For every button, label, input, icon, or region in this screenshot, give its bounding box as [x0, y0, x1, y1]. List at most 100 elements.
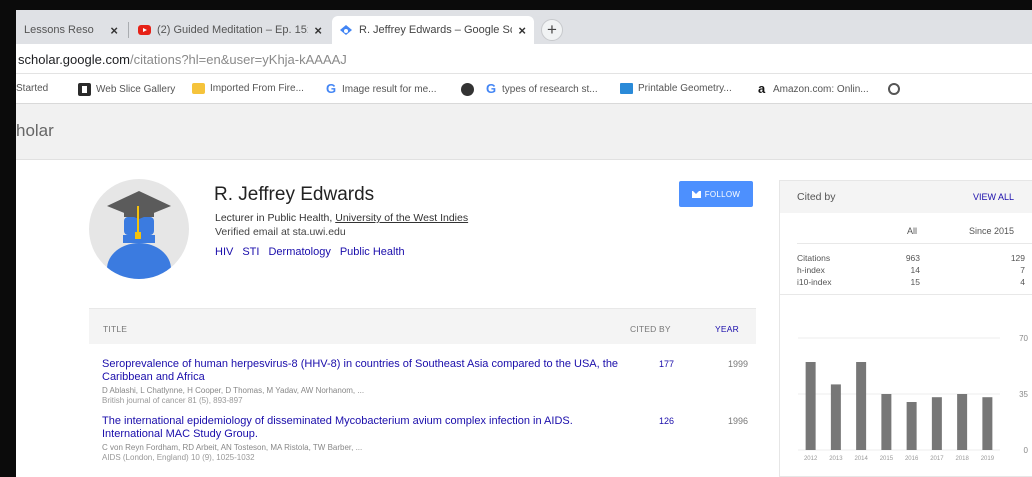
close-icon[interactable]: × [314, 23, 322, 38]
follow-label: FOLLOW [704, 189, 741, 199]
citation-bar[interactable] [906, 402, 917, 450]
x-tick-label: 2013 [829, 456, 843, 462]
scholar-logo[interactable]: holar [16, 121, 54, 141]
folder-icon [192, 83, 205, 94]
profile-placeholder-icon [107, 191, 171, 279]
interest-tag[interactable]: Dermatology [268, 246, 330, 258]
profile-email: Verified email at sta.uwi.edu [215, 226, 346, 238]
x-tick-label: 2019 [981, 456, 995, 462]
cited-by-header: Cited by VIEW ALL [780, 181, 1032, 213]
bookmark-web-slice-gallery[interactable]: Web Slice Gallery [78, 83, 175, 96]
bookmark-dark-site[interactable] [461, 83, 479, 96]
google-icon: G [486, 81, 497, 96]
bookmark-globe[interactable] [888, 83, 905, 95]
y-tick-label: 35 [1019, 390, 1028, 399]
cited-by-title: Cited by [797, 191, 836, 203]
tab-label: Lessons Reso [24, 24, 94, 36]
metric-all: 14 [910, 265, 920, 275]
scholar-icon [340, 25, 352, 35]
citation-bar[interactable] [805, 362, 816, 450]
citations-bar-chart: 0 35 70 2012 2013 2014 2015 2016 2017 2018 2019 [798, 334, 1029, 462]
bookmark-label: Image result for me... [342, 83, 437, 95]
column-all: All [907, 226, 918, 236]
column-since-2015: Since 2015 [969, 226, 1015, 236]
x-tick-label: 2014 [854, 456, 868, 462]
profile-role: Lecturer in Public Health, [215, 212, 336, 224]
bookmark-label: Amazon.com: Onlin... [773, 83, 869, 95]
article-cited-by[interactable]: 126 [659, 416, 674, 426]
metric-since: 4 [1020, 277, 1025, 287]
article-title-link[interactable]: The international epidemiology of dissem… [102, 415, 622, 441]
article-venue: British journal of cancer 81 (5), 893-89… [102, 396, 243, 405]
scholar-header: holar [16, 104, 1032, 160]
tab-guided-meditation[interactable]: (2) Guided Meditation – Ep. 15: I × [130, 16, 330, 44]
article-cited-by[interactable]: 177 [659, 359, 674, 369]
metric-since: 7 [1020, 265, 1025, 275]
research-interests: HIV STI Dermatology Public Health [215, 246, 405, 258]
tab-separator [128, 22, 129, 38]
new-tab-button[interactable]: + [541, 19, 563, 41]
citation-bar[interactable] [957, 394, 968, 450]
column-header-year[interactable]: YEAR [715, 324, 739, 334]
bookmark-label: Imported From Fire... [210, 83, 304, 94]
url-text[interactable]: scholar.google.com/citations?hl=en&user=… [18, 52, 347, 67]
tab-lessons[interactable]: Lessons Reso × [16, 16, 126, 44]
view-all-link[interactable]: VIEW ALL [973, 192, 1014, 202]
citation-bar[interactable] [881, 394, 892, 450]
image-icon [620, 83, 633, 94]
y-tick-label: 0 [1024, 446, 1029, 455]
affiliation-link[interactable]: University of the West Indies [335, 212, 468, 224]
avatar [89, 179, 189, 279]
article-venue: AIDS (London, England) 10 (9), 1025-1032 [102, 453, 255, 462]
interest-tag[interactable]: STI [242, 246, 259, 258]
bookmark-amazon[interactable]: a Amazon.com: Onlin... [758, 82, 869, 95]
article-year: 1996 [728, 416, 749, 426]
x-tick-label: 2015 [880, 456, 894, 462]
tab-label: (2) Guided Meditation – Ep. 15: I [157, 24, 309, 36]
close-icon[interactable]: × [110, 23, 118, 38]
bookmarks-bar: Started Web Slice Gallery Imported From … [16, 74, 1032, 104]
youtube-icon [138, 25, 151, 35]
column-header-title[interactable]: TITLE [103, 324, 127, 334]
column-header-cited-by[interactable]: CITED BY [630, 324, 671, 334]
metric-label[interactable]: Citations [797, 253, 830, 263]
article-title-link[interactable]: Seroprevalence of human herpesvirus-8 (H… [102, 358, 622, 384]
bookmark-started[interactable]: Started [16, 83, 48, 94]
x-tick-label: 2017 [930, 456, 944, 462]
tab-google-scholar[interactable]: R. Jeffrey Edwards – Google Sch × [332, 16, 534, 44]
citation-bar[interactable] [856, 362, 867, 450]
follow-button[interactable]: FOLLOW [679, 181, 753, 207]
browser-window: Lessons Reso × (2) Guided Meditation – E… [16, 10, 1032, 477]
article-authors: C von Reyn Fordham, RD Arbeit, AN Tostes… [102, 443, 363, 452]
envelope-icon [691, 190, 701, 198]
profile-affiliation: Lecturer in Public Health, University of… [215, 212, 468, 224]
bookmark-image-result[interactable]: G Image result for me... [326, 82, 437, 95]
metric-label[interactable]: i10-index [797, 277, 832, 287]
citation-bar[interactable] [931, 397, 942, 450]
x-tick-label: 2012 [804, 456, 818, 462]
citation-bar[interactable] [982, 397, 993, 450]
article-year: 1999 [728, 359, 749, 369]
metric-since: 129 [1010, 253, 1025, 263]
metric-label[interactable]: h-index [797, 265, 825, 275]
divider [797, 243, 1032, 244]
url-host: scholar.google.com [18, 52, 131, 67]
bookmark-imported-from-firefox[interactable]: Imported From Fire... [192, 83, 304, 94]
profile-name: R. Jeffrey Edwards [214, 184, 375, 205]
interest-tag[interactable]: HIV [215, 246, 233, 258]
bookmark-printable-geometry[interactable]: Printable Geometry... [620, 83, 732, 94]
interest-tag[interactable]: Public Health [340, 246, 405, 258]
web-slice-icon [78, 83, 91, 96]
tab-strip: Lessons Reso × (2) Guided Meditation – E… [16, 10, 1032, 44]
bookmark-types-of-research[interactable]: G types of research st... [486, 81, 598, 96]
address-bar[interactable]: scholar.google.com/citations?hl=en&user=… [16, 44, 1032, 74]
globe-icon [888, 83, 900, 95]
tab-label: R. Jeffrey Edwards – Google Sch [359, 24, 513, 36]
close-icon[interactable]: × [518, 23, 526, 38]
x-tick-label: 2016 [905, 456, 919, 462]
articles-table-header: TITLE CITED BY YEAR [89, 308, 756, 344]
screen-frame-left [0, 0, 16, 477]
bookmark-label: types of research st... [502, 83, 598, 95]
citation-bar[interactable] [830, 384, 841, 450]
bookmark-label: Web Slice Gallery [96, 84, 176, 95]
